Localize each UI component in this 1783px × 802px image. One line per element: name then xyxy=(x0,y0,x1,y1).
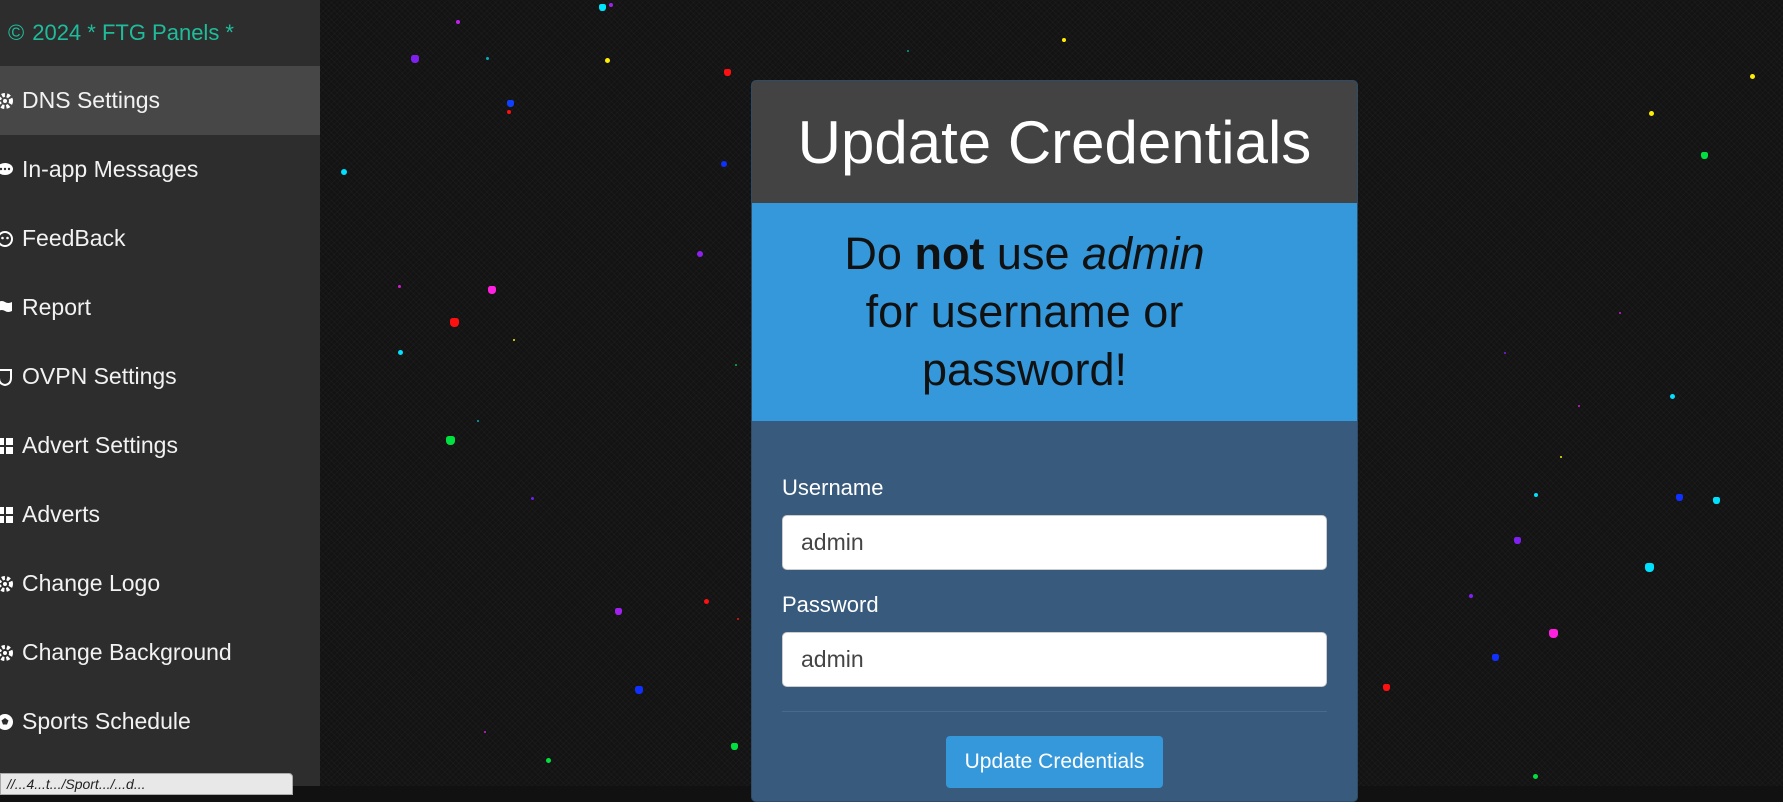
star-dot xyxy=(488,286,496,294)
star-dot xyxy=(456,20,460,24)
update-credentials-button[interactable]: Update Credentials xyxy=(945,736,1164,788)
star-dot xyxy=(697,251,703,257)
star-dot xyxy=(1062,38,1066,42)
credentials-form: Username Password Update Credentials xyxy=(752,421,1357,788)
sidebar-item-label: OVPN Settings xyxy=(22,363,177,389)
warning-suffix: for username or password! xyxy=(865,286,1184,395)
sidebar-item-sports-schedule[interactable]: Sports Schedule xyxy=(0,687,320,756)
star-dot xyxy=(1749,73,1755,79)
star-dot xyxy=(723,68,731,76)
star-dot xyxy=(484,731,486,733)
star-dot xyxy=(445,435,455,445)
star-dot xyxy=(907,50,909,52)
star-dot xyxy=(635,686,643,694)
star-dot xyxy=(1700,151,1708,159)
sidebar-item-label: Advert Settings xyxy=(22,432,178,458)
divider xyxy=(782,711,1327,712)
star-dot xyxy=(737,618,739,620)
username-label: Username xyxy=(782,475,884,500)
star-dot xyxy=(506,99,514,107)
star-dot xyxy=(598,3,606,11)
flag-icon xyxy=(0,299,14,317)
grid-icon xyxy=(0,506,14,524)
gear-icon xyxy=(0,644,14,662)
star-dot xyxy=(1712,496,1720,504)
star-dot xyxy=(735,364,737,366)
warning-prefix: Do xyxy=(844,228,915,279)
sidebar-item-label: Change Background xyxy=(22,639,232,665)
sidebar-item-label: Sports Schedule xyxy=(22,708,191,734)
star-dot xyxy=(513,339,515,341)
sidebar-item-report[interactable]: Report xyxy=(0,273,320,342)
sidebar-item-label: FeedBack xyxy=(22,225,126,251)
star-dot xyxy=(1669,393,1675,399)
status-url-tooltip: //...4...t.../Sport.../...d... xyxy=(0,773,293,795)
star-dot xyxy=(721,161,727,167)
star-dot xyxy=(530,496,534,500)
star-dot xyxy=(411,55,419,63)
sidebar-item-feedback[interactable]: FeedBack xyxy=(0,204,320,273)
sidebar-item-in-app-messages[interactable]: In-app Messages xyxy=(0,135,320,204)
chat-icon xyxy=(0,161,14,179)
sidebar-item-label: Adverts xyxy=(22,501,100,527)
warning-middle: use xyxy=(984,228,1082,279)
star-dot xyxy=(730,742,738,750)
star-dot xyxy=(397,284,401,288)
star-dot xyxy=(1560,456,1562,458)
star-dot xyxy=(449,317,459,327)
password-label: Password xyxy=(782,592,879,617)
star-dot xyxy=(1675,493,1683,501)
username-input[interactable] xyxy=(782,515,1327,570)
sidebar-item-label: Change Logo xyxy=(22,570,161,596)
sidebar-item-adverts[interactable]: Adverts xyxy=(0,480,320,549)
soccer-ball-icon xyxy=(0,713,14,731)
star-dot xyxy=(477,420,479,422)
sidebar-item-advert-settings[interactable]: Advert Settings xyxy=(0,411,320,480)
gear-icon xyxy=(0,575,14,593)
star-dot xyxy=(1532,773,1538,779)
warning-message: Do not use admin for username or passwor… xyxy=(752,203,1357,421)
star-dot xyxy=(614,607,622,615)
star-dot xyxy=(1648,110,1654,116)
sidebar-item-change-background[interactable]: Change Background xyxy=(0,618,320,687)
star-dot xyxy=(1644,562,1654,572)
star-dot xyxy=(1578,405,1580,407)
star-dot xyxy=(703,598,709,604)
star-dot xyxy=(545,757,551,763)
warning-em: admin xyxy=(1081,228,1205,279)
warning-strong: not xyxy=(914,228,985,279)
star-dot xyxy=(507,110,511,114)
brand[interactable]: © 2024 * FTG Panels * xyxy=(0,0,320,66)
star-dot xyxy=(341,169,347,175)
star-dot xyxy=(485,56,489,60)
star-dot xyxy=(1619,312,1621,314)
sidebar-item-ovpn-settings[interactable]: OVPN Settings xyxy=(0,342,320,411)
sidebar-item-label: In-app Messages xyxy=(22,156,199,182)
star-dot xyxy=(397,349,403,355)
star-dot xyxy=(609,3,613,7)
star-dot xyxy=(1504,352,1506,354)
star-dot xyxy=(1534,493,1538,497)
shield-icon xyxy=(0,368,14,386)
sidebar-item-dns-settings[interactable]: DNS Settings xyxy=(0,66,320,135)
card-title: Update Credentials xyxy=(752,81,1357,203)
grid-icon xyxy=(0,437,14,455)
smile-icon xyxy=(0,230,14,248)
sidebar: © 2024 * FTG Panels * DNS Settings In-ap… xyxy=(0,0,320,795)
password-input[interactable] xyxy=(782,632,1327,687)
star-dot xyxy=(1469,594,1473,598)
gear-icon xyxy=(0,92,14,110)
star-dot xyxy=(604,57,610,63)
sidebar-item-label: Report xyxy=(22,294,92,320)
star-dot xyxy=(1382,683,1390,691)
brand-text: 2024 * FTG Panels * xyxy=(32,20,234,45)
star-dot xyxy=(1548,628,1558,638)
sidebar-item-change-logo[interactable]: Change Logo xyxy=(0,549,320,618)
sidebar-item-label: DNS Settings xyxy=(22,87,161,113)
star-dot xyxy=(1513,536,1521,544)
copyright-symbol: © xyxy=(8,20,25,45)
star-dot xyxy=(1491,653,1499,661)
credentials-card: Update Credentials Do not use admin for … xyxy=(751,80,1358,802)
